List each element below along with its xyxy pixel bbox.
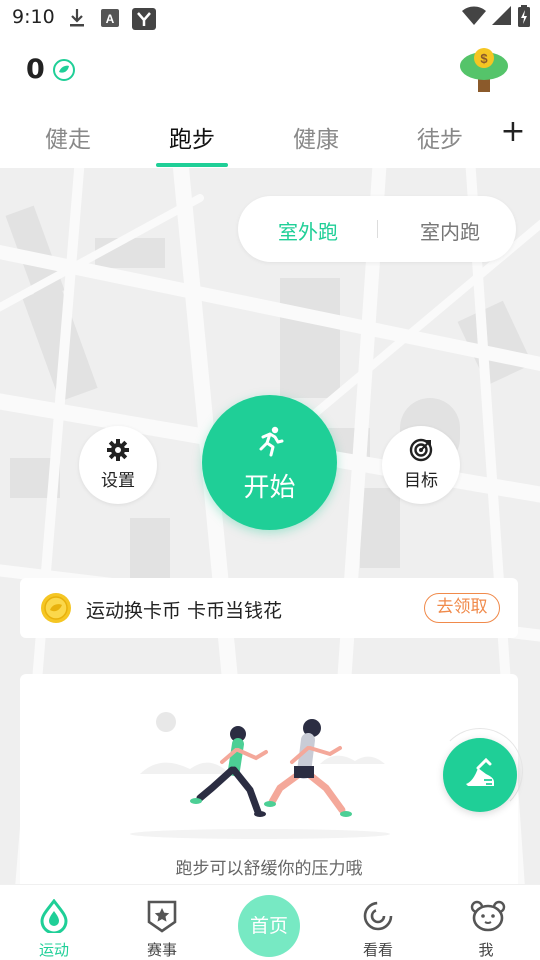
nav-home-label: 首页	[249, 915, 288, 937]
coin-count: 0	[26, 54, 45, 85]
bottom-navigation: 运动 赛事 首页 看看 我	[0, 884, 540, 960]
app-y-icon	[132, 8, 156, 34]
tab-walking[interactable]: 健走	[28, 120, 108, 154]
font-a-icon: A	[100, 8, 120, 32]
leaf-coin-icon[interactable]	[52, 58, 76, 86]
start-run-button[interactable]: 开始	[202, 395, 337, 530]
signal-icon	[492, 6, 512, 30]
shoe-fab-button[interactable]	[443, 738, 517, 812]
app-screen: 9:10 A 0 $ 健走 跑步 健康 徒步 + 室外跑 室内跑 设置 开始 目…	[0, 0, 540, 960]
nav-home-button[interactable]: 首页	[238, 895, 300, 957]
add-tab-button[interactable]: +	[498, 114, 528, 149]
tab-hiking[interactable]: 徒步	[400, 120, 480, 154]
promo-text: 运动换卡币 卡币当钱花	[86, 600, 283, 622]
start-label: 开始	[243, 473, 296, 503]
claim-button[interactable]: 去领取	[424, 593, 500, 623]
battery-charging-icon	[518, 5, 530, 31]
nav-sport[interactable]: 运动	[14, 885, 94, 960]
nav-discover[interactable]: 看看	[338, 885, 418, 960]
money-tree-icon[interactable]: $	[458, 44, 510, 98]
nav-discover-label: 看看	[362, 941, 393, 959]
nav-events-label: 赛事	[146, 941, 177, 959]
status-bar: 9:10 A	[0, 0, 540, 36]
settings-label: 设置	[101, 471, 135, 491]
indoor-run-option[interactable]: 室内跑	[400, 216, 500, 245]
runner-icon	[254, 425, 286, 461]
tab-running[interactable]: 跑步	[152, 120, 232, 154]
svg-text:$: $	[480, 51, 488, 66]
status-right-icons	[462, 5, 530, 31]
nav-sport-label: 运动	[38, 941, 69, 959]
coin-promo-banner[interactable]: 运动换卡币 卡币当钱花 去领取	[20, 578, 518, 638]
outdoor-run-option[interactable]: 室外跑	[258, 216, 358, 245]
status-time: 9:10	[12, 6, 55, 28]
gear-icon	[106, 438, 130, 466]
gold-coin-icon	[40, 592, 72, 628]
nav-me-label: 我	[478, 941, 494, 959]
sport-tabs: 健走 跑步 健康 徒步 +	[0, 108, 540, 168]
drop-icon	[38, 898, 70, 937]
spiral-icon	[362, 899, 394, 937]
goal-label: 目标	[404, 471, 438, 491]
running-shoe-icon	[462, 757, 498, 796]
svg-text:A: A	[106, 12, 115, 26]
badge-star-icon	[146, 899, 178, 937]
run-mode-toggle: 室外跑 室内跑	[238, 196, 516, 262]
settings-button[interactable]: 设置	[79, 426, 157, 504]
download-icon	[68, 8, 86, 32]
target-icon	[409, 438, 433, 466]
bear-face-icon	[470, 899, 506, 937]
tab-active-indicator	[156, 163, 228, 167]
mode-divider	[377, 220, 378, 238]
goal-button[interactable]: 目标	[382, 426, 460, 504]
nav-me[interactable]: 我	[446, 885, 526, 960]
card-caption: 跑步可以舒缓你的压力哦	[175, 859, 363, 879]
wifi-icon	[462, 6, 486, 30]
nav-events[interactable]: 赛事	[122, 885, 202, 960]
tab-health[interactable]: 健康	[276, 120, 356, 154]
runners-illustration	[120, 704, 420, 848]
